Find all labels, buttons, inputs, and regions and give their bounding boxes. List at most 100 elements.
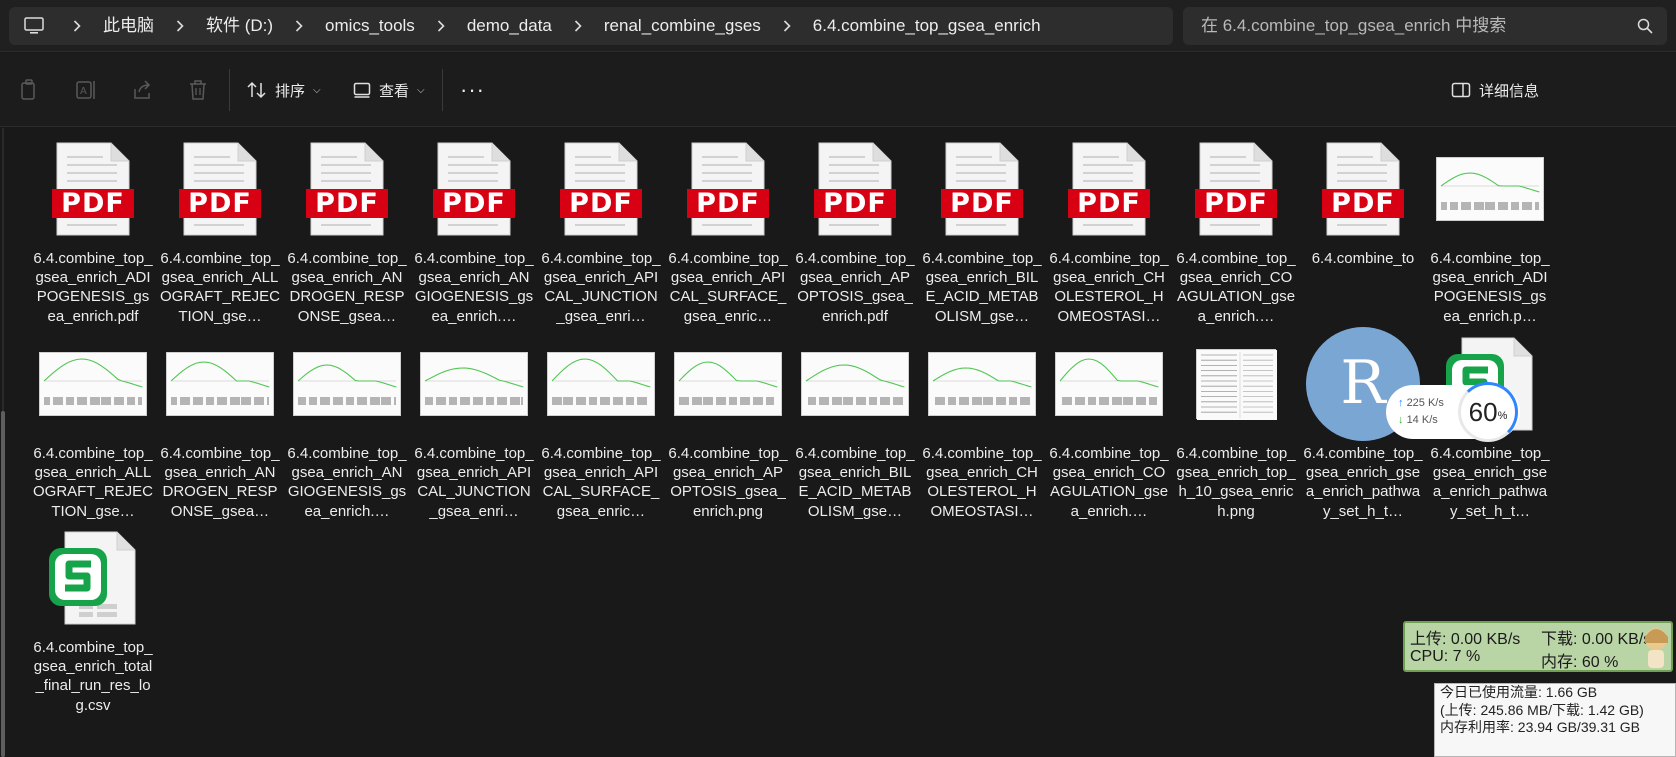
breadcrumb[interactable]: 此电脑 软件 (D:) omics_tools demo_data renal_… bbox=[9, 7, 1173, 45]
pdf-file-icon: PDF bbox=[414, 133, 534, 245]
file-name: 6.4.combine_top_gsea_enrich_APOPTOSIS_gs… bbox=[795, 250, 915, 325]
file-name: 6.4.combine_top_gsea_enrich_ANGIOGENESIS… bbox=[414, 250, 534, 325]
image-thumbnail bbox=[33, 328, 153, 440]
file-item[interactable]: PDF 6.4.combine_top_gsea_enrich_BILE_ACID… bbox=[922, 133, 1042, 326]
file-name: 6.4.combine_top_gsea_enrich_ANGIOGENESIS… bbox=[287, 445, 407, 520]
chevron-right-icon[interactable] bbox=[560, 7, 596, 45]
netspeed-bubble[interactable]: ↑ 225 K/s ↓ 14 K/s 60% bbox=[1386, 382, 1520, 442]
rename-button[interactable]: A bbox=[68, 72, 104, 108]
crumb-current-folder[interactable]: 6.4.combine_top_gsea_enrich bbox=[805, 7, 1049, 45]
file-item[interactable]: 6.4.combine_top_gsea_enrich_BILE_ACID_ME… bbox=[795, 328, 915, 521]
monitor-download: 下载: 0.00 KB/s bbox=[1541, 631, 1652, 648]
file-item[interactable]: PDF 6.4.combine_top_gsea_enrich_CHOLESTER… bbox=[1049, 133, 1169, 326]
file-item[interactable]: 6.4.combine_top_gsea_enrich_top_h_10_gse… bbox=[1176, 328, 1296, 521]
traffic-today: 今日已使用流量: 1.66 GB bbox=[1440, 684, 1598, 700]
chevron-right-icon[interactable] bbox=[769, 7, 805, 45]
file-name: 6.4.combine_top_gsea_enrich_CHOLESTEROL_… bbox=[922, 445, 1042, 520]
pdf-badge: PDF bbox=[941, 189, 1023, 218]
pdf-file-icon: PDF bbox=[1176, 133, 1296, 245]
memory-gauge: 60% bbox=[1458, 382, 1518, 442]
search-box[interactable]: 在 6.4.combine_top_gsea_enrich 中搜索 bbox=[1183, 7, 1667, 45]
file-name: 6.4.combine_top_gsea_enrich_top_h_10_gse… bbox=[1176, 445, 1296, 520]
image-thumbnail bbox=[922, 328, 1042, 440]
file-item[interactable]: 6.4.combine_top_gsea_enrich_ANGIOGENESIS… bbox=[287, 328, 407, 521]
this-pc-icon[interactable] bbox=[9, 7, 59, 45]
file-item[interactable]: 6.4.combine_top_gsea_enrich_total_final_… bbox=[33, 522, 153, 715]
view-button[interactable]: 查看 ⌵ bbox=[353, 72, 425, 108]
search-input[interactable]: 在 6.4.combine_top_gsea_enrich 中搜索 bbox=[1201, 7, 1506, 45]
file-item[interactable]: 6.4.combine_top_gsea_enrich_COAGULATION_… bbox=[1049, 328, 1169, 521]
share-button[interactable] bbox=[124, 72, 160, 108]
traffic-tooltip: 今日已使用流量: 1.66 GB (上传: 245.86 MB/下载: 1.42… bbox=[1434, 683, 1676, 757]
pdf-file-icon: PDF bbox=[1049, 133, 1169, 245]
file-item[interactable]: 6.4.combine_top_gsea_enrich_ADIPOGENESIS… bbox=[1430, 133, 1550, 326]
svg-text:A: A bbox=[80, 86, 87, 97]
scrollbar-thumb[interactable] bbox=[1, 411, 5, 757]
chevron-right-icon[interactable] bbox=[162, 7, 198, 45]
pdf-badge: PDF bbox=[433, 189, 515, 218]
file-item[interactable]: 6.4.combine_top_gsea_enrich_CHOLESTEROL_… bbox=[922, 328, 1042, 521]
file-item[interactable]: PDF 6.4.combine_top_gsea_enrich_APOPTOSIS… bbox=[795, 133, 915, 326]
file-item[interactable]: 6.4.combine_top_gsea_enrich_APICAL_JUNCT… bbox=[414, 328, 534, 521]
file-item[interactable]: PDF 6.4.combine_top_gsea_enrich_ADIPOGENE… bbox=[33, 133, 153, 326]
traffic-memory: 内存利用率: 23.94 GB/39.31 GB bbox=[1440, 719, 1640, 735]
image-thumbnail bbox=[668, 328, 788, 440]
file-item[interactable]: PDF 6.4.combine_to bbox=[1303, 133, 1423, 268]
file-item[interactable]: 6.4.combine_top_gsea_enrich_ALLOGRAFT_RE… bbox=[33, 328, 153, 521]
pdf-file-icon: PDF bbox=[541, 133, 661, 245]
file-item[interactable]: PDF 6.4.combine_top_gsea_enrich_APICAL_JU… bbox=[541, 133, 661, 326]
command-bar: A 排序 ⌵ 查看 ⌵ ··· 详细信息 bbox=[0, 53, 1676, 127]
pdf-file-icon: PDF bbox=[160, 133, 280, 245]
monitor-upload: 上传: 0.00 KB/s bbox=[1410, 631, 1521, 648]
search-icon[interactable] bbox=[1637, 18, 1653, 34]
file-item[interactable]: PDF 6.4.combine_top_gsea_enrich_APICAL_SU… bbox=[668, 133, 788, 326]
details-pane-icon bbox=[1451, 82, 1471, 98]
pdf-file-icon: PDF bbox=[922, 133, 1042, 245]
file-item[interactable]: PDF 6.4.combine_top_gsea_enrich_ANDROGEN_… bbox=[287, 133, 407, 326]
pdf-badge: PDF bbox=[560, 189, 642, 218]
file-name: 6.4.combine_top_gsea_enrich_COAGULATION_… bbox=[1049, 445, 1169, 520]
image-thumbnail bbox=[1430, 133, 1550, 245]
crumb-drive-d[interactable]: 软件 (D:) bbox=[198, 7, 281, 45]
delete-button[interactable] bbox=[180, 72, 216, 108]
file-item[interactable]: 6.4.combine_top_gsea_enrich_APICAL_SURFA… bbox=[541, 328, 661, 521]
pdf-file-icon: PDF bbox=[668, 133, 788, 245]
chevron-right-icon[interactable] bbox=[423, 7, 459, 45]
pdf-badge: PDF bbox=[1068, 189, 1150, 218]
chevron-right-icon[interactable] bbox=[59, 7, 95, 45]
toolbar-divider bbox=[442, 69, 443, 111]
scrollbar[interactable] bbox=[0, 128, 6, 757]
image-thumbnail bbox=[541, 328, 661, 440]
sort-button[interactable]: 排序 ⌵ bbox=[247, 72, 321, 108]
file-name: 6.4.combine_top_gsea_enrich_gsea_enrich_… bbox=[1430, 445, 1550, 520]
monitor-mem: 内存: 60 % bbox=[1541, 654, 1619, 671]
file-name: 6.4.combine_to bbox=[1311, 250, 1415, 267]
crumb-renal-combine-gses[interactable]: renal_combine_gses bbox=[596, 7, 769, 45]
file-item[interactable]: PDF 6.4.combine_top_gsea_enrich_COAGULATI… bbox=[1176, 133, 1296, 326]
more-button[interactable]: ··· bbox=[460, 72, 485, 108]
details-pane-button[interactable]: 详细信息 bbox=[1451, 72, 1539, 108]
file-name: 6.4.combine_top_gsea_enrich_ALLOGRAFT_RE… bbox=[160, 250, 280, 325]
pdf-file-icon: PDF bbox=[1303, 133, 1423, 245]
file-name: 6.4.combine_top_gsea_enrich_COAGULATION_… bbox=[1176, 250, 1296, 325]
file-name: 6.4.combine_top_gsea_enrich_ADIPOGENESIS… bbox=[1430, 250, 1550, 325]
crumb-this-pc[interactable]: 此电脑 bbox=[95, 7, 162, 45]
file-item[interactable]: 6.4.combine_top_gsea_enrich_ANDROGEN_RES… bbox=[160, 328, 280, 521]
crumb-demo-data[interactable]: demo_data bbox=[459, 7, 560, 45]
chevron-down-icon: ⌵ bbox=[417, 84, 425, 96]
rename-icon: A bbox=[76, 81, 95, 99]
pdf-badge: PDF bbox=[814, 189, 896, 218]
file-item[interactable]: PDF 6.4.combine_top_gsea_enrich_ALLOGRAFT… bbox=[160, 133, 280, 326]
system-monitor[interactable]: 上传: 0.00 KB/s 下载: 0.00 KB/s CPU: 7 % 内存:… bbox=[1403, 621, 1673, 672]
image-thumbnail bbox=[795, 328, 915, 440]
view-label: 查看 bbox=[379, 82, 410, 100]
file-item[interactable]: 6.4.combine_top_gsea_enrich_APOPTOSIS_gs… bbox=[668, 328, 788, 521]
chevron-right-icon[interactable] bbox=[281, 7, 317, 45]
copy-button[interactable] bbox=[12, 72, 48, 108]
file-name: 6.4.combine_top_gsea_enrich_APOPTOSIS_gs… bbox=[668, 445, 788, 520]
file-name: 6.4.combine_top_gsea_enrich_ANDROGEN_RES… bbox=[287, 250, 407, 325]
file-name: 6.4.combine_top_gsea_enrich_BILE_ACID_ME… bbox=[795, 445, 915, 520]
file-item[interactable]: PDF 6.4.combine_top_gsea_enrich_ANGIOGENE… bbox=[414, 133, 534, 326]
pdf-file-icon: PDF bbox=[287, 133, 407, 245]
crumb-omics-tools[interactable]: omics_tools bbox=[317, 7, 423, 45]
